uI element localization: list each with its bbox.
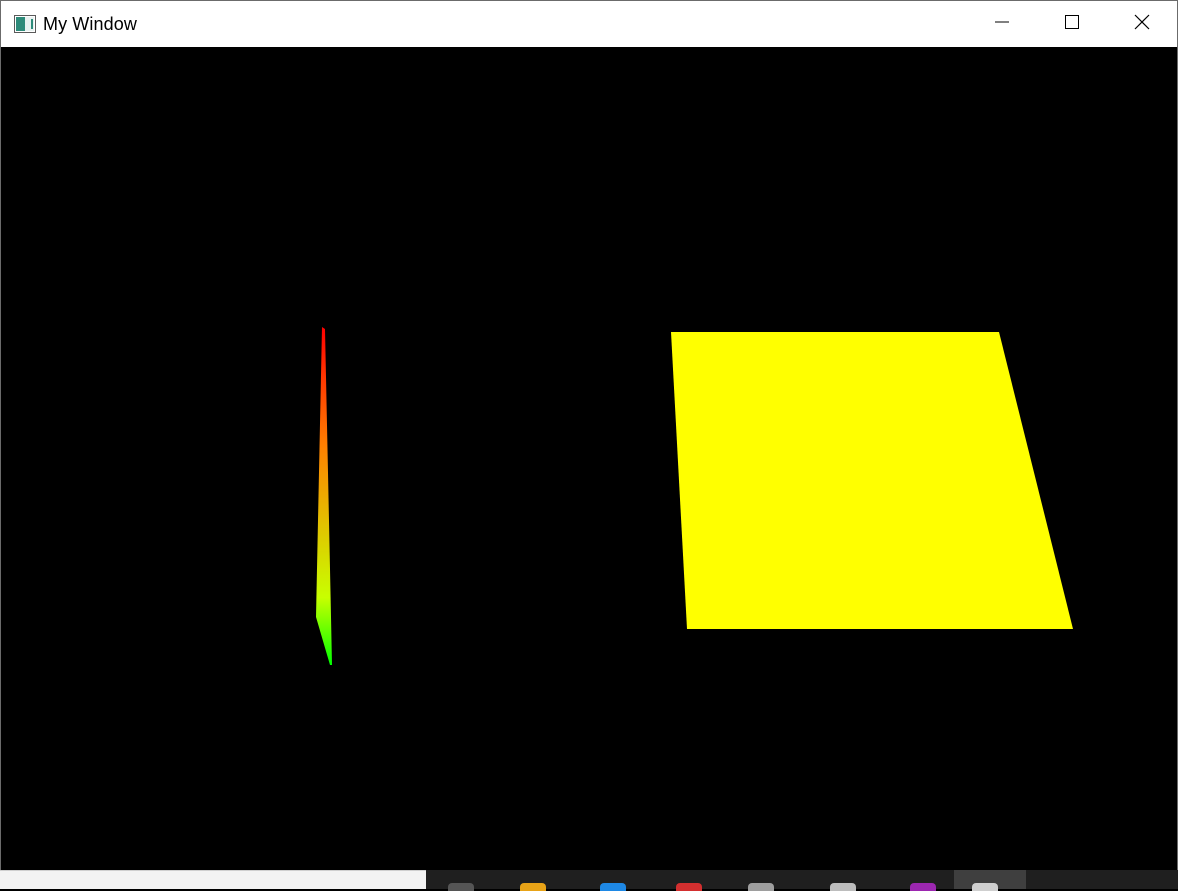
taskbar-search-box[interactable] [0, 870, 426, 889]
taskbar-icon-5[interactable] [748, 883, 774, 891]
taskbar [0, 870, 1178, 891]
taskbar-icon-2[interactable] [520, 883, 546, 891]
taskbar-icon-7[interactable] [910, 883, 936, 891]
minimize-icon [995, 15, 1009, 34]
window-controls [967, 1, 1177, 47]
taskbar-icon-8[interactable] [972, 883, 998, 891]
minimize-button[interactable] [967, 1, 1037, 47]
scene-svg [316, 327, 1073, 665]
yellow-quad [671, 332, 1073, 629]
render-canvas[interactable] [1, 47, 1177, 870]
title-bar[interactable]: My Window [1, 1, 1177, 47]
app-window-icon [14, 15, 36, 33]
window-title: My Window [43, 13, 137, 34]
taskbar-icon-1[interactable] [448, 883, 474, 891]
taskbar-icon-6[interactable] [830, 883, 856, 891]
close-icon [1134, 14, 1150, 35]
close-button[interactable] [1107, 1, 1177, 47]
maximize-button[interactable] [1037, 1, 1107, 47]
gradient-shape [316, 327, 332, 665]
maximize-icon [1065, 14, 1079, 34]
taskbar-icon-4[interactable] [676, 883, 702, 891]
app-window: My Window [0, 0, 1178, 870]
taskbar-icon-3[interactable] [600, 883, 626, 891]
